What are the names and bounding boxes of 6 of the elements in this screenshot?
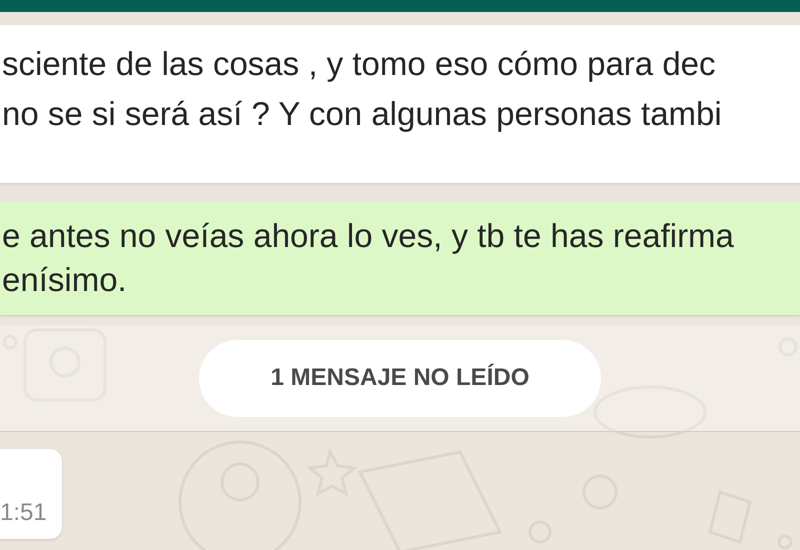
message-text: enísimo. xyxy=(2,260,127,300)
message-text: e antes no veías ahora lo ves, y tb te has reafirma xyxy=(2,216,734,256)
message-text: sciente de las cosas , y tomo eso cómo para dec xyxy=(2,44,716,84)
unread-count-label: 1 MENSAJE NO LEÍDO xyxy=(199,340,601,416)
message-time: 1:51 xyxy=(0,501,47,525)
message-text: no se si será así ? Y con algunas personas tambi xyxy=(2,94,722,134)
